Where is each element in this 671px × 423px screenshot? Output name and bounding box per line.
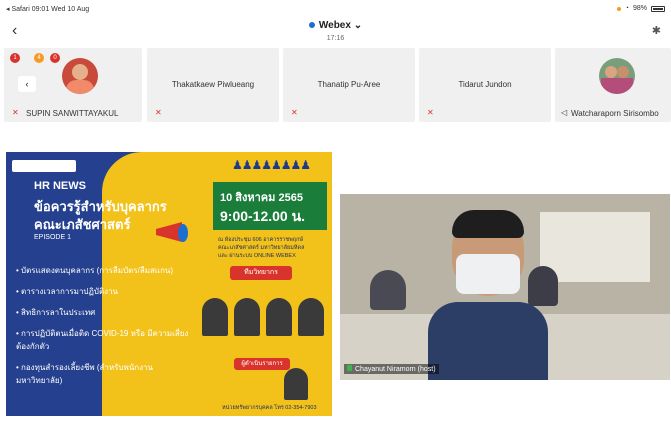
battery-icon bbox=[651, 5, 665, 12]
host-photo bbox=[284, 368, 308, 400]
mic-off-icon: ✕ bbox=[427, 108, 434, 117]
meeting-title[interactable]: Webex ⌄ bbox=[0, 20, 671, 31]
badge-red: 1 bbox=[10, 53, 20, 63]
mic-off-icon: ✕ bbox=[155, 108, 162, 117]
bullet-item: • การปฏิบัติตนเมื่อติด COVID-19 หรือ มีค… bbox=[16, 329, 189, 351]
shared-content[interactable]: HR NEWS ข้อควรรู้สำหรับบุคลากร คณะเภสัชศ… bbox=[6, 152, 332, 416]
slide-speakers-label: ทีมวิทยากร bbox=[230, 266, 292, 280]
orange-dot-icon bbox=[616, 6, 621, 11]
meeting-title-text: Webex bbox=[318, 20, 351, 31]
collapse-button[interactable]: ‹ bbox=[18, 76, 36, 92]
slide-venue-2: คณะเภสัชศาสตร์ มหาวิทยาลัยมหิดล bbox=[218, 245, 305, 251]
slide-venue-1: ณ ห้องประชุม 606 อาคารราชพฤกษ์ bbox=[218, 237, 304, 243]
bullet-item: • ตารางเวลาการมาปฏิบัติงาน bbox=[16, 287, 119, 296]
chevron-down-icon: ⌄ bbox=[350, 20, 363, 31]
video-caption: Chayanut Niramorn (host) bbox=[344, 364, 439, 374]
wifi-icon: ◔ bbox=[624, 5, 629, 12]
slide-bullets: • บัตรแสดงตนบุคลากร (การลืมบัตร/ลืมสแกน)… bbox=[16, 264, 196, 387]
participant-name: Tidarut Jundon bbox=[458, 80, 512, 89]
slide-venue-3: และ ผ่านระบบ ONLINE WEBEX bbox=[218, 253, 296, 259]
host-name: Chayanut Niramorn (host) bbox=[355, 366, 436, 373]
meeting-header: ‹ Webex ⌄ 17:16 ✱ bbox=[0, 14, 671, 46]
bullet-item: • บัตรแสดงตนบุคลากร (การลืมบัตร/ลืมสแกน) bbox=[16, 266, 174, 275]
bullet-item: • สิทธิการลาในประเทศ bbox=[16, 308, 96, 317]
webex-logo-icon bbox=[308, 22, 315, 29]
slide-date: 10 สิงหาคม 2565 bbox=[220, 192, 303, 204]
slide-time: 9:00-12.00 น. bbox=[220, 208, 306, 224]
participant-tile-4[interactable]: Tidarut Jundon ✕ bbox=[419, 48, 551, 122]
participant-name: Thakatkaew Piwlueang bbox=[171, 80, 255, 89]
bullet-item: • กองทุนสำรองเลี้ยงชีพ (สำหรับพนักงานมหา… bbox=[16, 363, 154, 385]
slide-footer: หน่วยทรัพยากรบุคคล โทร 02-354-7903 bbox=[222, 405, 317, 411]
room-window bbox=[540, 212, 650, 282]
participant-name: Thanatip Pu-Aree bbox=[317, 80, 381, 89]
mic-icon bbox=[347, 365, 352, 371]
battery-percent: 98% bbox=[632, 5, 647, 12]
status-right: ◔ 98% bbox=[616, 5, 665, 12]
participant-name: SUPIN SANWITTAYAKUL bbox=[26, 109, 119, 118]
participant-tile-1[interactable]: 1 4 0 ‹ ✕ SUPIN SANWITTAYAKUL bbox=[4, 48, 142, 122]
participant-tile-2[interactable]: Thakatkaew Piwlueang ✕ bbox=[147, 48, 279, 122]
badge-orange: 4 bbox=[34, 53, 44, 63]
mic-off-icon: ✕ bbox=[12, 108, 19, 117]
slide-host-label: ผู้ดำเนินรายการ bbox=[234, 358, 290, 370]
participant-strip: 1 4 0 ‹ ✕ SUPIN SANWITTAYAKUL Thakatkaew… bbox=[0, 48, 671, 122]
mic-off-icon: ✕ bbox=[291, 108, 298, 117]
host-video[interactable] bbox=[340, 194, 670, 380]
status-left: ◂ Safari 09:01 Wed 10 Aug bbox=[6, 6, 90, 13]
participant-name: Watcharaporn Sirisombo bbox=[571, 109, 659, 118]
speaker-icon: ◁ bbox=[561, 108, 568, 117]
megaphone-icon bbox=[156, 218, 192, 246]
speaker-photos bbox=[200, 298, 328, 338]
slide-hr-news: HR NEWS bbox=[34, 180, 86, 192]
slide-episode: EPISODE 1 bbox=[34, 234, 71, 241]
participant-tile-5[interactable]: ◁ Watcharaporn Sirisombo bbox=[555, 48, 671, 122]
university-logo bbox=[12, 160, 76, 172]
meeting-time: 17:16 bbox=[326, 35, 345, 42]
people-icons: ♟♟♟♟♟♟♟♟ bbox=[232, 158, 311, 172]
avatar bbox=[62, 58, 98, 94]
background-person bbox=[370, 270, 406, 310]
host-person bbox=[428, 202, 548, 380]
bluetooth-icon[interactable]: ✱ bbox=[652, 24, 661, 37]
badge-red-2: 0 bbox=[50, 53, 60, 63]
avatar bbox=[599, 58, 635, 94]
slide-headline-2: คณะเภสัชศาสตร์ bbox=[34, 217, 131, 232]
participant-tile-3[interactable]: Thanatip Pu-Aree ✕ bbox=[283, 48, 415, 122]
